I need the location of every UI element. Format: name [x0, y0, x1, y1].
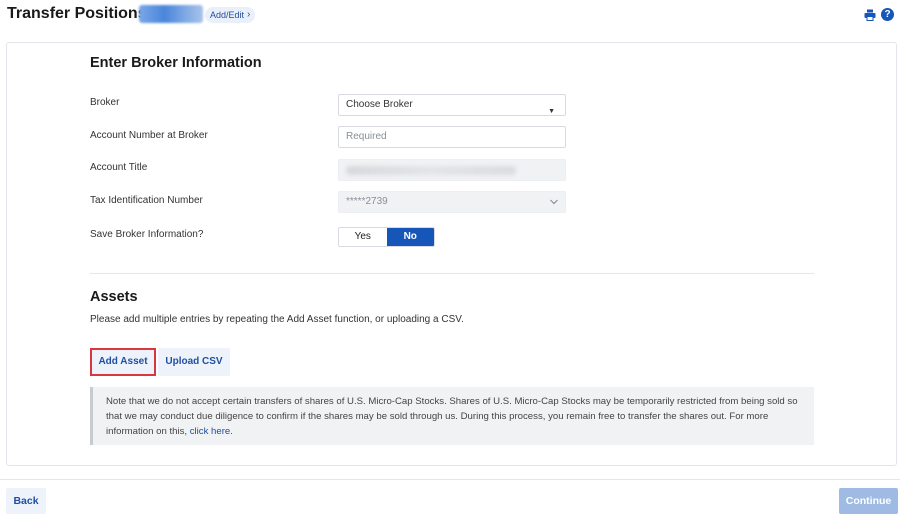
help-icon[interactable]: ? [881, 8, 894, 21]
note-end: . [230, 426, 233, 437]
page-header: Transfer Positions Add/Edit › ? [0, 0, 900, 32]
broker-label: Broker [90, 97, 120, 108]
tax-id-label: Tax Identification Number [90, 195, 203, 206]
add-edit-button[interactable]: Add/Edit › [205, 7, 256, 23]
account-name-redacted [139, 5, 203, 23]
tax-id-value: *****2739 [346, 196, 388, 207]
caret-down-icon: ▼ [548, 108, 555, 115]
section-divider [90, 273, 814, 274]
save-broker-label: Save Broker Information? [90, 229, 204, 240]
printer-icon[interactable] [864, 9, 876, 21]
micro-cap-note: Note that we do not accept certain trans… [90, 387, 814, 445]
footer-divider [0, 479, 900, 480]
account-title-redacted [346, 166, 516, 175]
broker-select[interactable]: Choose Broker ▼ [338, 94, 566, 116]
back-button[interactable]: Back [6, 488, 46, 514]
broker-select-value: Choose Broker [346, 99, 413, 110]
account-number-label: Account Number at Broker [90, 130, 208, 141]
account-title-label: Account Title [90, 162, 148, 173]
add-asset-button[interactable]: Add Asset [90, 348, 156, 376]
chevron-right-icon: › [247, 9, 251, 20]
assets-description: Please add multiple entries by repeating… [90, 314, 464, 325]
assets-section-title: Assets [90, 289, 138, 305]
account-number-input[interactable]: Required [338, 126, 566, 148]
broker-section-title: Enter Broker Information [90, 55, 262, 71]
account-number-placeholder: Required [346, 131, 387, 142]
account-title-field [338, 159, 566, 181]
save-broker-no-button[interactable]: No [386, 228, 434, 246]
chevron-down-icon [550, 199, 558, 205]
save-broker-yes-button[interactable]: Yes [339, 228, 387, 246]
continue-button[interactable]: Continue [839, 488, 898, 514]
save-broker-toggle: Yes No [338, 227, 435, 247]
add-edit-label: Add/Edit [210, 10, 245, 20]
upload-csv-button[interactable]: Upload CSV [158, 348, 230, 376]
page-title: Transfer Positions [7, 5, 147, 22]
tax-id-select: *****2739 [338, 191, 566, 213]
click-here-link[interactable]: click here [190, 426, 231, 437]
